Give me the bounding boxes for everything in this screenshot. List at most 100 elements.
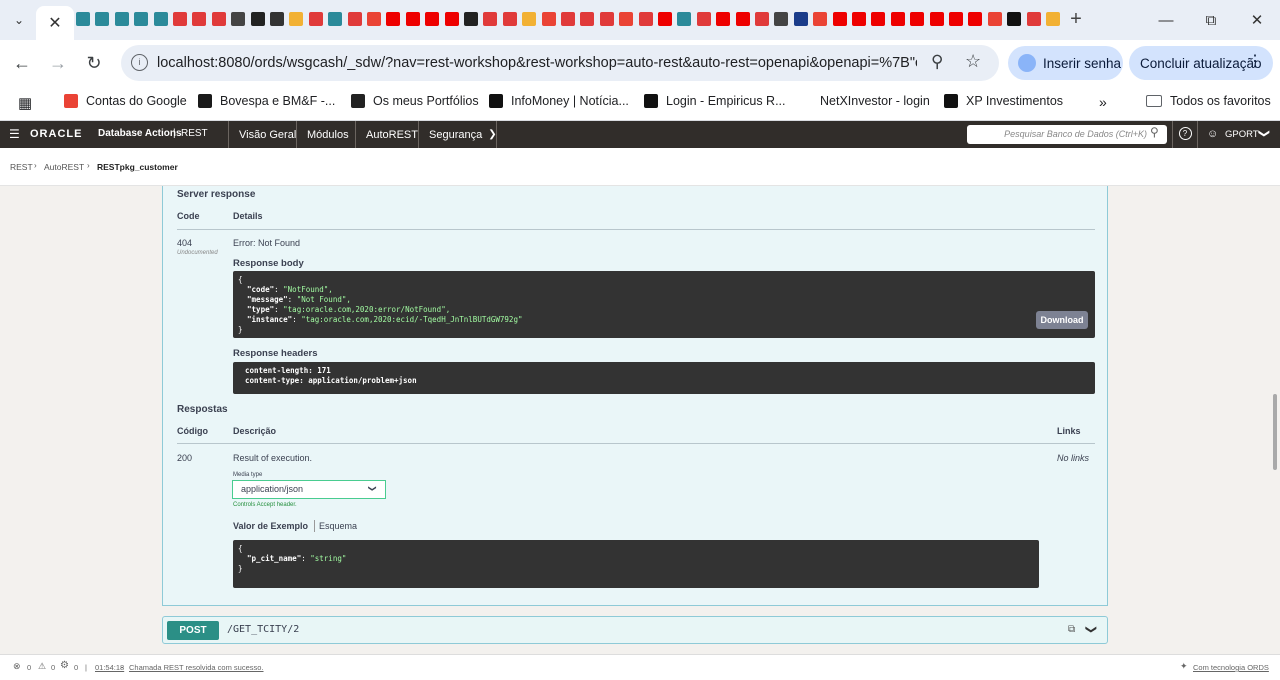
pinned-tab-favicon-icon[interactable] [832,12,847,26]
bookmark-item[interactable]: Login - Empiricus R... [644,94,785,108]
kebab-menu-icon[interactable]: ⋮ [1247,53,1263,71]
pinned-tab-favicon-icon[interactable] [231,12,246,26]
bookmark-item[interactable]: InfoMoney | Notícia... [489,94,629,108]
pinned-tab-favicon-icon[interactable] [580,12,595,26]
pinned-tab-favicon-icon[interactable] [890,12,905,26]
pinned-tab-favicon-icon[interactable] [134,12,149,26]
pinned-tab-favicon-icon[interactable] [658,12,672,26]
crumb-rest[interactable]: REST [10,162,33,172]
hamburger-menu-icon[interactable]: ☰ [9,127,20,141]
pinned-tab-favicon-icon[interactable] [464,12,478,26]
download-button[interactable]: Download [1036,311,1088,329]
nav-overview[interactable]: Visão Geral [228,121,306,148]
pinned-tab-favicon-icon[interactable] [270,12,284,26]
pinned-tab-favicon-icon[interactable] [173,12,187,26]
tab-search-button[interactable]: ⌄ [8,9,30,31]
pinned-tab-favicon-icon[interactable] [793,12,808,26]
more-bookmarks-icon[interactable]: » [1099,94,1107,110]
status-message[interactable]: Chamada REST resolvida com sucesso. [129,663,264,672]
pinned-tab-favicon-icon[interactable] [599,12,614,26]
pinned-tab-favicon-icon[interactable] [541,12,556,26]
scrollbar-thumb[interactable] [1273,394,1277,470]
zoom-search-icon[interactable]: ⚲ [931,52,943,72]
pinned-tab-favicon-icon[interactable] [638,12,653,26]
close-tab-icon[interactable]: ✕ [48,13,61,33]
user-name[interactable]: GPORT [1225,129,1259,140]
pinned-tab-favicon-icon[interactable] [716,12,731,26]
url-text[interactable]: localhost:8080/ords/wsgcash/_sdw/?nav=re… [157,55,917,71]
user-chevron-icon[interactable]: ❯ [1258,129,1271,138]
pinned-tab-favicon-icon[interactable] [522,12,537,26]
media-type-select[interactable]: application/json ❯ [232,480,386,499]
forward-icon[interactable]: → [43,48,73,78]
update-pill[interactable]: Concluir atualização ⋮ [1129,46,1273,80]
minimize-icon[interactable]: — [1152,8,1180,32]
pinned-tab-favicon-icon[interactable] [929,12,944,26]
pinned-tab-favicon-icon[interactable] [561,12,575,26]
pinned-tab-favicon-icon[interactable] [76,12,90,26]
pinned-tab-favicon-icon[interactable] [987,12,1002,26]
apps-grid-icon[interactable]: ▦ [18,94,32,112]
page-scrollbar[interactable] [1270,186,1280,654]
pinned-tab-favicon-icon[interactable] [425,12,440,26]
response-body-code[interactable]: { "code": "NotFound", "message": "Not Fo… [233,271,1095,338]
tab-example-value[interactable]: Valor de Exemplo [233,521,308,531]
settings-icon[interactable]: ⚙ [60,660,69,671]
powered-by[interactable]: Com tecnologia ORDS [1193,663,1269,672]
nav-security[interactable]: Segurança ❯ [418,121,497,148]
pinned-tab-favicon-icon[interactable] [949,12,963,26]
pinned-tab-favicon-icon[interactable] [1026,12,1041,26]
copy-icon[interactable]: ⧉ [1068,624,1075,635]
bookmark-star-icon[interactable]: ☆ [965,51,981,72]
active-tab[interactable]: ✕ [36,6,74,40]
pinned-tab-favicon-icon[interactable] [1046,12,1060,26]
pinned-tab-favicon-icon[interactable] [619,12,634,26]
tab-schema[interactable]: Esquema [319,521,357,531]
bookmark-item[interactable]: XP Investimentos [944,94,1063,108]
pinned-tab-favicon-icon[interactable] [813,12,828,26]
pinned-tab-favicon-icon[interactable] [328,12,343,26]
pinned-tab-favicon-icon[interactable] [444,12,459,26]
pinned-tab-favicon-icon[interactable] [386,12,401,26]
pinned-tab-favicon-icon[interactable] [347,12,362,26]
example-code[interactable]: { "p_cit_name": "string" } [233,540,1039,588]
bookmark-item[interactable]: Bovespa e BM&F -... [198,94,335,108]
warning-icon[interactable]: ⚠ [38,661,46,672]
pinned-tab-favicon-icon[interactable] [405,12,420,26]
pinned-tab-favicon-icon[interactable] [502,12,517,26]
restore-icon[interactable]: ⧉ [1197,8,1225,32]
post-operation-block[interactable]: POST /GET_TCITY/2 ⧉ ❯ [162,616,1108,644]
pinned-tab-favicon-icon[interactable] [735,12,750,26]
pinned-tab-favicon-icon[interactable] [774,12,789,26]
new-tab-button[interactable]: + [1066,8,1086,32]
search-icon[interactable]: ⚲ [1150,125,1159,139]
pinned-tab-favicon-icon[interactable] [308,12,323,26]
pinned-tab-favicon-icon[interactable] [677,12,692,26]
expand-chevron-icon[interactable]: ❯ [1085,625,1098,634]
pinned-tab-favicon-icon[interactable] [968,12,983,26]
close-window-icon[interactable]: ✕ [1243,8,1271,32]
db-search-input[interactable]: Pesquisar Banco de Dados (Ctrl+K) [967,125,1167,144]
error-icon[interactable]: ⊗ [13,661,21,672]
pinned-tab-favicon-icon[interactable] [153,12,168,26]
pinned-tab-favicon-icon[interactable] [871,12,886,26]
pinned-tab-favicon-icon[interactable] [910,12,925,26]
pinned-tab-favicon-icon[interactable] [192,12,207,26]
password-pill[interactable]: Inserir senha [1008,46,1123,80]
pinned-tab-favicon-icon[interactable] [852,12,866,26]
reload-icon[interactable]: ↻ [79,48,109,78]
bookmark-item[interactable]: Contas do Google [64,94,187,108]
address-bar[interactable]: i localhost:8080/ords/wsgcash/_sdw/?nav=… [121,45,999,81]
response-headers-code[interactable]: content-length: 171 content-type: applica… [233,362,1095,394]
pinned-tab-favicon-icon[interactable] [95,12,110,26]
crumb-autorest[interactable]: AutoREST [44,162,84,172]
all-bookmarks-folder[interactable]: Todos os favoritos [1146,94,1271,108]
pinned-tab-favicon-icon[interactable] [250,12,265,26]
bookmark-item[interactable]: Os meus Portfólios [351,94,479,108]
pinned-tab-favicon-icon[interactable] [483,12,498,26]
bookmark-item[interactable]: NetXInvestor - login [820,94,930,108]
help-button[interactable]: ? [1172,121,1198,148]
pinned-tab-favicon-icon[interactable] [114,12,129,26]
pinned-tab-favicon-icon[interactable] [367,12,381,26]
nav-modules[interactable]: Módulos [296,121,359,148]
